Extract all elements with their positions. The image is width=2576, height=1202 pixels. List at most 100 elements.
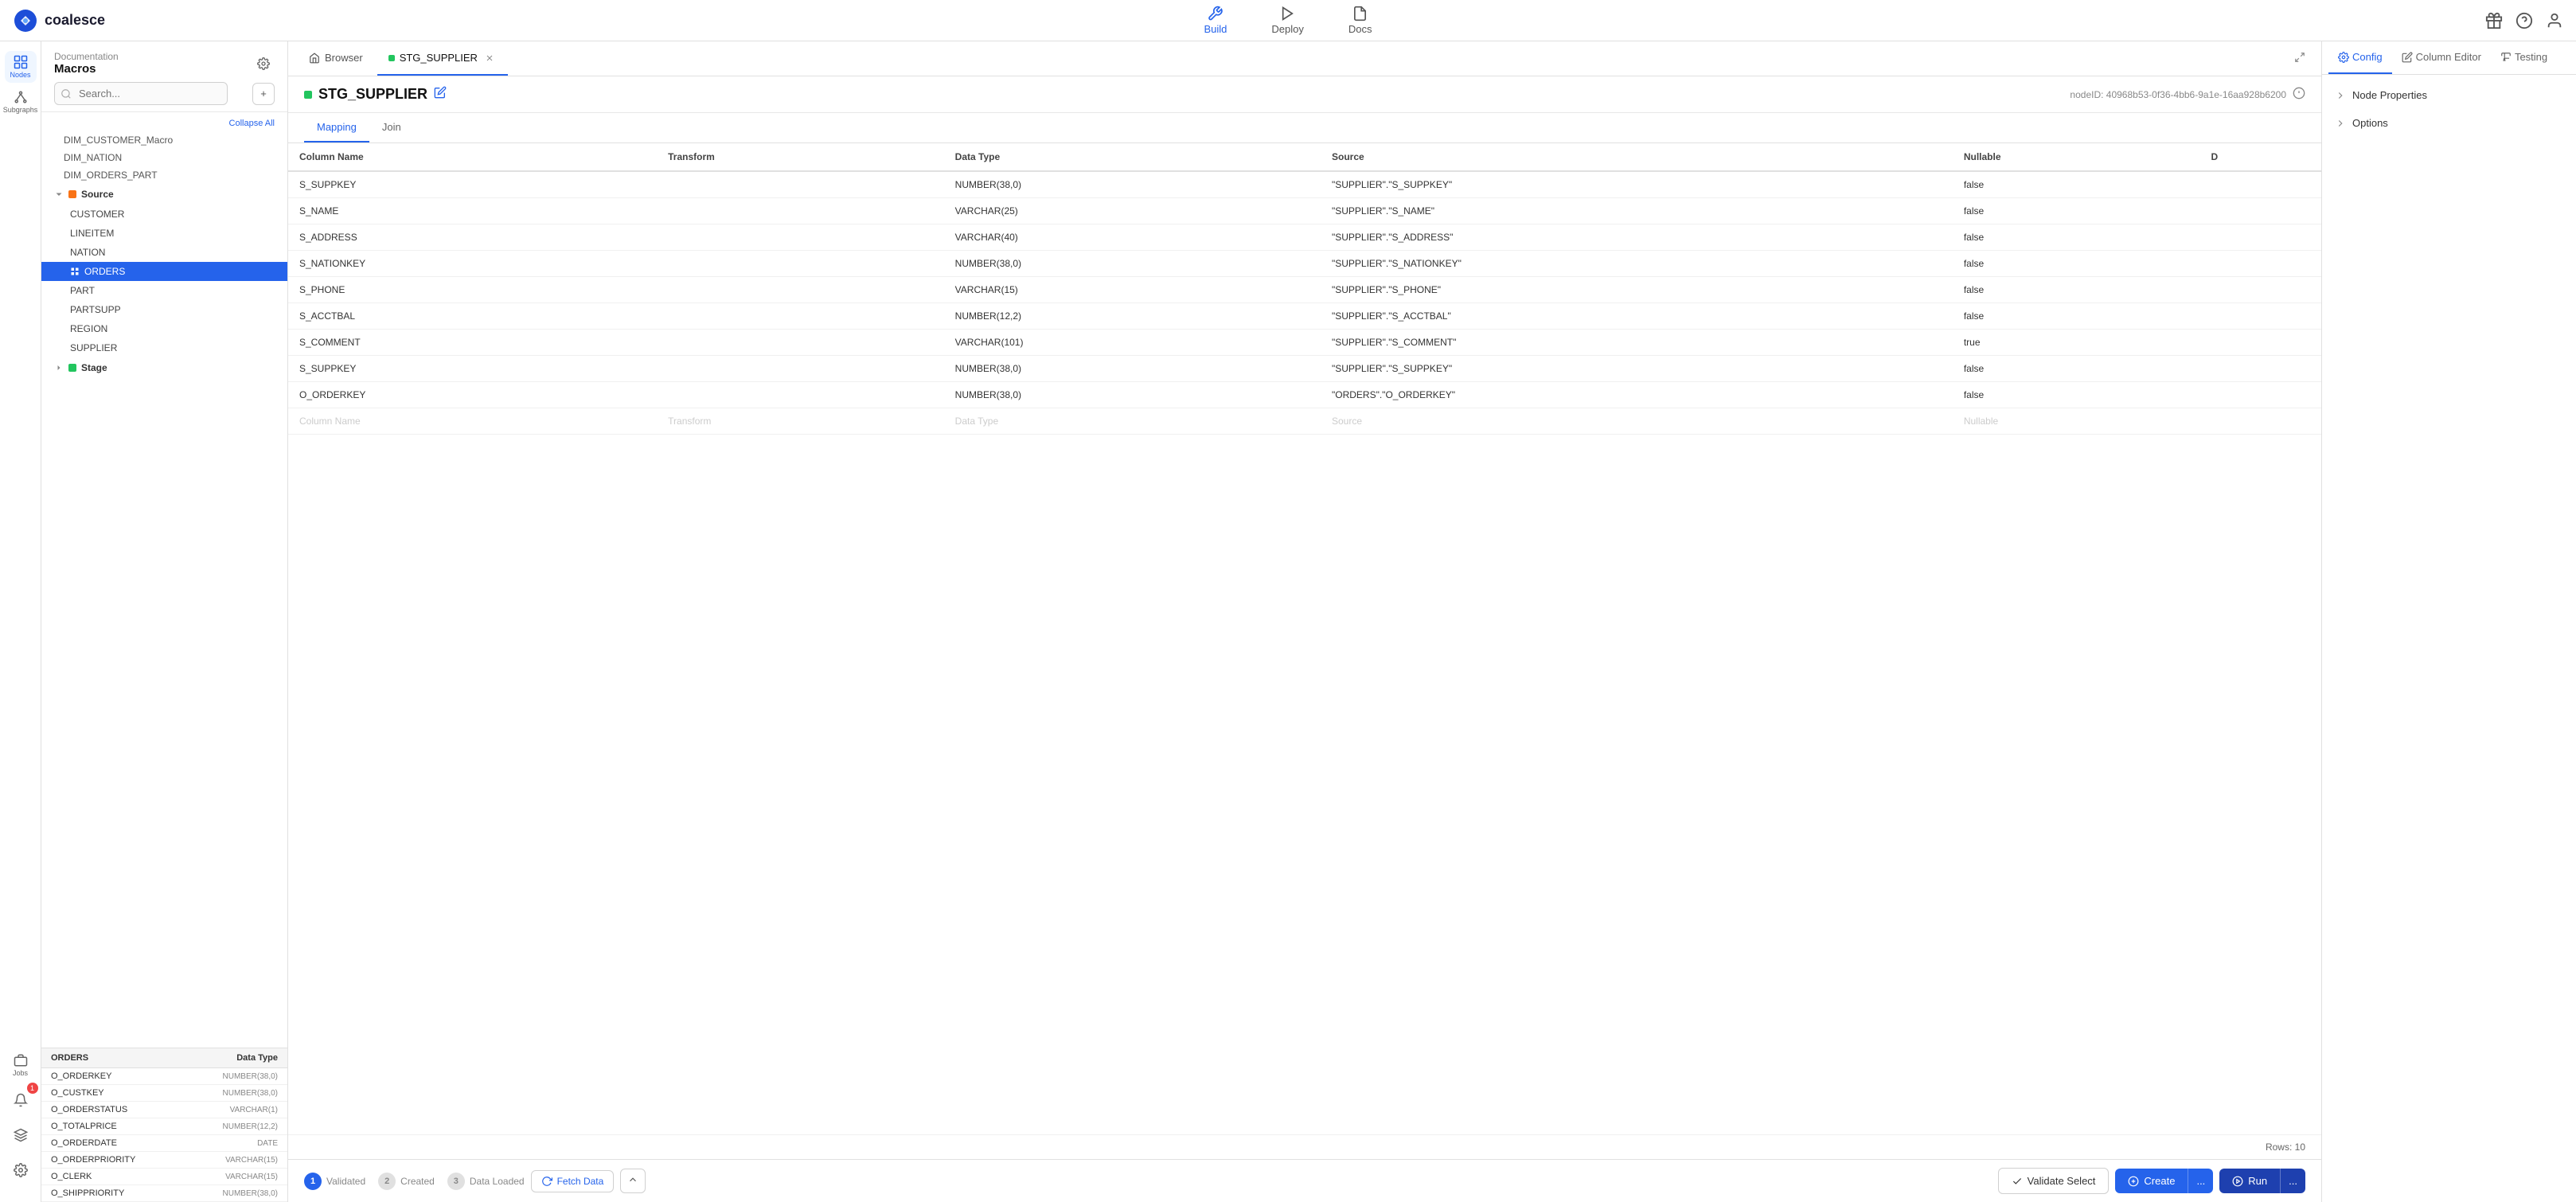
td-d	[2199, 277, 2321, 303]
node-supplier[interactable]: SUPPLIER	[41, 338, 287, 357]
tab-expand-btn[interactable]	[2288, 52, 2312, 65]
icon-sidebar: Nodes Subgraphs Jobs	[0, 41, 41, 1202]
column-editor-tab-label: Column Editor	[2416, 51, 2481, 63]
collapse-bottom-btn[interactable]	[620, 1169, 646, 1193]
home-icon	[309, 53, 320, 64]
list-item: O_CLERK VARCHAR(15)	[41, 1169, 287, 1185]
nav-build[interactable]: Build	[1197, 2, 1233, 38]
sidebar-settings-btn[interactable]	[5, 1154, 37, 1186]
td-d	[2199, 198, 2321, 224]
tab-dot	[388, 55, 395, 61]
sub-tab-join[interactable]: Join	[369, 113, 414, 142]
node-partsupp[interactable]: PARTSUPP	[41, 300, 287, 319]
tab-browser-label: Browser	[325, 52, 363, 64]
table-row: S_NATIONKEY NUMBER(38,0) "SUPPLIER"."S_N…	[288, 251, 2321, 277]
tab-stg-supplier-label: STG_SUPPLIER	[400, 52, 478, 64]
step-validated: 1 Validated	[304, 1173, 365, 1190]
help-icon[interactable]	[2516, 12, 2533, 29]
td-source: "SUPPLIER"."S_NAME"	[1321, 198, 1953, 224]
td-d	[2199, 251, 2321, 277]
app-logo: coalesce	[13, 8, 105, 33]
nav-deploy-label: Deploy	[1271, 23, 1303, 35]
list-item: O_TOTALPRICE NUMBER(12,2)	[41, 1118, 287, 1135]
td-data-type: NUMBER(38,0)	[944, 251, 1321, 277]
sub-tab-mapping[interactable]: Mapping	[304, 113, 369, 142]
td-col-name: S_NATIONKEY	[288, 251, 657, 277]
node-nation[interactable]: NATION	[41, 243, 287, 262]
gift-icon[interactable]	[2485, 12, 2503, 29]
sidebar-subgraphs-btn[interactable]: Subgraphs	[5, 86, 37, 118]
nav-deploy[interactable]: Deploy	[1265, 2, 1309, 38]
step-2-label: Created	[400, 1176, 435, 1187]
sidebar-builds-btn[interactable]	[5, 1119, 37, 1151]
create-more-btn[interactable]: ...	[2188, 1169, 2213, 1193]
validate-select-btn[interactable]: Validate Select	[1998, 1168, 2110, 1194]
search-row: +	[54, 82, 275, 105]
options-section[interactable]: Options	[2322, 109, 2576, 137]
node-lineitem[interactable]: LINEITEM	[41, 224, 287, 243]
td-nullable: false	[1953, 251, 2200, 277]
table-row: O_ORDERKEY NUMBER(38,0) "ORDERS"."O_ORDE…	[288, 382, 2321, 408]
td-d	[2199, 356, 2321, 382]
node-part[interactable]: PART	[41, 281, 287, 300]
right-tab-config[interactable]: Config	[2328, 41, 2392, 74]
run-more-btn[interactable]: ...	[2280, 1169, 2305, 1193]
fetch-data-btn[interactable]: Fetch Data	[531, 1170, 615, 1192]
table-row: S_COMMENT VARCHAR(101) "SUPPLIER"."S_COM…	[288, 330, 2321, 356]
tab-browser[interactable]: Browser	[298, 41, 374, 76]
data-rows: O_ORDERKEY NUMBER(38,0) O_CUSTKEY NUMBER…	[41, 1068, 287, 1202]
th-col-name: Column Name	[288, 143, 657, 171]
search-input[interactable]	[54, 82, 228, 105]
sidebar-nodes-btn[interactable]: Nodes	[5, 51, 37, 83]
main-nav: Build Deploy Docs	[1197, 2, 1378, 38]
step-2-circle: 2	[378, 1173, 396, 1190]
td-data-type: VARCHAR(101)	[944, 330, 1321, 356]
td-nullable: false	[1953, 303, 2200, 330]
td-transform	[657, 224, 944, 251]
td-nullable: false	[1953, 382, 2200, 408]
orders-label: ORDERS	[84, 266, 125, 277]
td-data-type: VARCHAR(40)	[944, 224, 1321, 251]
sidebar-notifications-btn[interactable]: 1	[5, 1084, 37, 1116]
top-nav-right	[2485, 12, 2563, 29]
td-data-type: NUMBER(38,0)	[944, 356, 1321, 382]
node-customer[interactable]: CUSTOMER	[41, 205, 287, 224]
tab-stg-supplier[interactable]: STG_SUPPLIER	[377, 41, 508, 76]
node-green-dot	[304, 91, 312, 99]
table-row: S_ADDRESS VARCHAR(40) "SUPPLIER"."S_ADDR…	[288, 224, 2321, 251]
run-icon	[2232, 1176, 2243, 1187]
td-d	[2199, 303, 2321, 330]
partsupp-label: PARTSUPP	[70, 304, 121, 315]
list-item: O_ORDERKEY NUMBER(38,0)	[41, 1068, 287, 1085]
list-item: O_ORDERDATE DATE	[41, 1135, 287, 1152]
edit-title-icon[interactable]	[434, 86, 447, 103]
source-dot	[68, 190, 76, 198]
collapse-all-link[interactable]: Collapse All	[229, 119, 275, 128]
td-nullable: false	[1953, 224, 2200, 251]
nav-docs[interactable]: Docs	[1342, 2, 1379, 38]
info-icon[interactable]	[2293, 87, 2305, 102]
refresh-icon	[541, 1176, 552, 1187]
tab-close-btn[interactable]	[482, 51, 497, 65]
td-transform	[657, 251, 944, 277]
user-icon[interactable]	[2546, 12, 2563, 29]
right-tab-column-editor[interactable]: Column Editor	[2392, 41, 2491, 74]
right-tab-testing[interactable]: Testing	[2491, 41, 2557, 74]
node-properties-section[interactable]: Node Properties	[2322, 81, 2576, 109]
run-btn[interactable]: Run	[2219, 1169, 2280, 1193]
macro-dim-nation[interactable]: DIM_NATION	[41, 149, 287, 166]
node-orders[interactable]: ORDERS	[41, 262, 287, 281]
list-item: O_ORDERSTATUS VARCHAR(1)	[41, 1102, 287, 1118]
add-node-btn[interactable]: +	[252, 83, 275, 105]
macro-dim-customer[interactable]: DIM_CUSTOMER_Macro	[41, 131, 287, 149]
step-1-label: Validated	[326, 1176, 365, 1187]
sidebar-jobs-btn[interactable]: Jobs	[5, 1049, 37, 1081]
macro-dim-orders-part[interactable]: DIM_ORDERS_PART	[41, 166, 287, 184]
nation-label: NATION	[70, 247, 105, 258]
section-source[interactable]: Source	[41, 184, 287, 205]
section-stage[interactable]: Stage	[41, 357, 287, 378]
jobs-label: Jobs	[13, 1069, 28, 1077]
create-btn[interactable]: Create	[2115, 1169, 2188, 1193]
node-region[interactable]: REGION	[41, 319, 287, 338]
workspace-gear-btn[interactable]	[252, 53, 275, 75]
